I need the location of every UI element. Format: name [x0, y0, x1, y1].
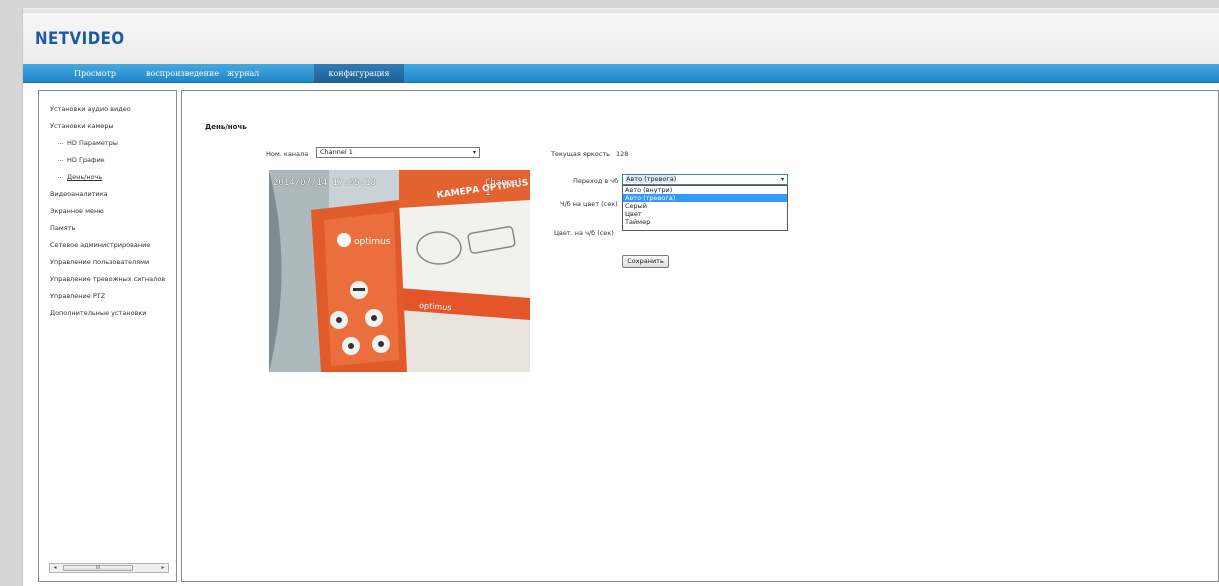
transition-select[interactable]: Авто (тревога) ▾ [622, 174, 788, 185]
main-panel: День/ночь Ном. канала Channel 1 ▾ Текуща… [181, 90, 1219, 582]
channel-select[interactable]: Channel 1 ▾ [316, 147, 480, 158]
bw-to-color-label: Ч/б на цвет (сек) [560, 200, 618, 208]
tree-connector [58, 143, 63, 144]
video-timestamp: 2014/07/14 17:05:18 [273, 178, 376, 188]
sidebar-item-hd-params[interactable]: HD Параметры [67, 139, 118, 147]
sidebar-item-hd-schedule[interactable]: HD График [67, 156, 105, 164]
transition-dropdown-list: Авто (внутри) Авто (тревога) Серый Цвет … [622, 185, 788, 231]
channel-label: Ном. канала [266, 150, 309, 158]
sidebar-item-storage[interactable]: Память [50, 224, 75, 232]
tree-connector [58, 177, 63, 178]
dropdown-option-highlighted[interactable]: Авто (тревога) [623, 194, 787, 202]
video-preview: КАМЕРА OPTIMUS optimus optimus 2014/07/1… [269, 170, 530, 372]
sidebar-item-ptz[interactable]: Управление PTZ [50, 292, 105, 300]
brightness-value: 128 [616, 150, 629, 158]
main-nav: Просмотр воспроизведение журнал конфигур… [23, 64, 1219, 83]
nav-tab-view[interactable]: Просмотр [70, 64, 120, 83]
sidebar-item-alarms[interactable]: Управление тревожных сигналов [50, 275, 165, 283]
settings-sidebar: Установки аудио видео Установки камеры H… [38, 90, 177, 582]
tree-connector [58, 160, 63, 161]
chevron-down-icon: ▾ [472, 149, 476, 156]
sidebar-item-camera-settings[interactable]: Установки камеры [50, 122, 114, 130]
dropdown-option[interactable]: Авто (внутри) [623, 186, 787, 194]
transition-select-value: Авто (тревога) [626, 175, 677, 183]
header: NETVIDEO [23, 13, 1219, 64]
sidebar-item-day-night[interactable]: День/ночь [67, 173, 102, 181]
dropdown-option[interactable]: Таймер [623, 218, 787, 226]
sidebar-item-users[interactable]: Управление пользователями [50, 258, 149, 266]
chevron-down-icon: ▾ [780, 176, 784, 183]
sidebar-item-advanced[interactable]: Дополнительные установки [50, 309, 147, 317]
color-to-bw-label: Цвет. на ч/б (сек) [554, 229, 614, 237]
brightness-label: Текущая яркость [551, 150, 610, 158]
sidebar-item-osd[interactable]: Экранное меню [50, 207, 104, 215]
browser-page: NETVIDEO Просмотр воспроизведение журнал… [22, 8, 1219, 586]
camera-image: КАМЕРА OPTIMUS optimus optimus [269, 170, 530, 372]
save-button[interactable]: Сохранить [622, 255, 669, 268]
nav-tab-log[interactable]: журнал [223, 64, 263, 83]
sidebar-item-av-settings[interactable]: Установки аудио видео [50, 105, 131, 113]
sidebar-item-network[interactable]: Сетевое администрирование [50, 241, 150, 249]
page-title: День/ночь [205, 123, 247, 131]
dropdown-option[interactable]: Цвет [623, 210, 787, 218]
scrollbar-thumb[interactable]: III [63, 565, 133, 571]
sidebar-horizontal-scrollbar[interactable]: ◂ III ▸ [49, 563, 169, 573]
nav-tab-playback[interactable]: воспроизведение [142, 64, 223, 83]
dropdown-option[interactable]: Серый [623, 202, 787, 210]
netvideo-logo: NETVIDEO [35, 27, 125, 49]
poster-brand: optimus [354, 237, 391, 247]
sidebar-item-video-analytics[interactable]: Видеоаналитика [50, 190, 108, 198]
transition-label: Переход в чб [573, 177, 619, 185]
channel-select-value: Channel 1 [320, 148, 353, 156]
nav-tab-config[interactable]: конфигурация [314, 64, 404, 83]
video-channel-overlay: Channel 1 [485, 178, 523, 198]
scroll-left-arrow-icon[interactable]: ◂ [50, 564, 60, 572]
scroll-right-arrow-icon[interactable]: ▸ [158, 564, 168, 572]
